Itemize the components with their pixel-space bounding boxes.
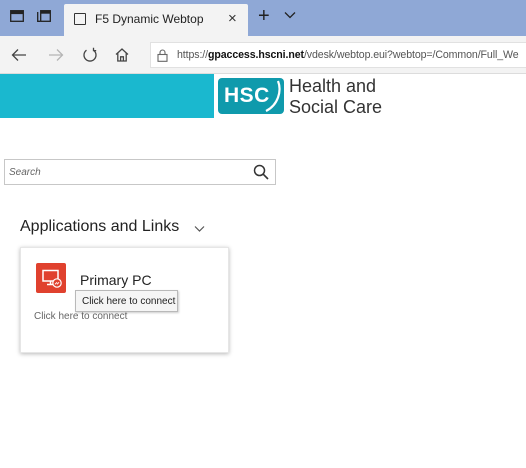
new-tab-icon[interactable]: + <box>258 4 270 28</box>
tab-strip: F5 Dynamic Webtop × + <box>0 0 526 36</box>
back-icon[interactable] <box>9 45 29 65</box>
section-title[interactable]: Applications and Links <box>20 218 179 236</box>
connect-hint: Click here to connect <box>34 311 128 322</box>
search-input[interactable] <box>9 164 245 181</box>
tab-actions-icon[interactable] <box>9 9 25 23</box>
chevron-down-icon[interactable] <box>194 220 205 238</box>
navigation-bar: https://gpaccess.hscni.net/vdesk/webtop.… <box>0 36 526 74</box>
lock-icon[interactable] <box>157 49 168 67</box>
set-aside-tabs-icon[interactable] <box>36 9 52 23</box>
connect-tooltip: Click here to connect <box>75 290 178 312</box>
home-icon[interactable] <box>112 45 132 65</box>
url-text: https://gpaccess.hscni.net/vdesk/webtop.… <box>177 49 519 61</box>
search-icon[interactable] <box>253 164 271 182</box>
logo-swoosh-icon <box>265 80 281 112</box>
tab-list-chevron-icon[interactable] <box>284 7 296 22</box>
url-prefix: https:// <box>177 49 208 61</box>
refresh-icon[interactable] <box>80 45 100 65</box>
address-bar[interactable]: https://gpaccess.hscni.net/vdesk/webtop.… <box>150 42 526 68</box>
page-icon <box>74 13 86 25</box>
search-box <box>4 159 276 185</box>
remote-desktop-icon[interactable] <box>36 263 66 293</box>
url-path: /vdesk/webtop.eui?webtop=/Common/Full_We <box>303 49 519 61</box>
tab-active[interactable]: F5 Dynamic Webtop × <box>64 4 248 36</box>
browser-window: F5 Dynamic Webtop × + https://gpaccess.h… <box>0 0 526 468</box>
forward-icon[interactable] <box>46 45 66 65</box>
org-name-line2: Social Care <box>289 97 383 117</box>
tab-close-icon[interactable]: × <box>228 10 237 27</box>
app-name[interactable]: Primary PC <box>80 272 152 288</box>
org-name-line1: Health and <box>289 76 377 96</box>
hsc-logo-text: HSC <box>224 84 270 107</box>
tab-title: F5 Dynamic Webtop <box>95 12 204 26</box>
url-host: gpaccess.hscni.net <box>208 49 304 61</box>
